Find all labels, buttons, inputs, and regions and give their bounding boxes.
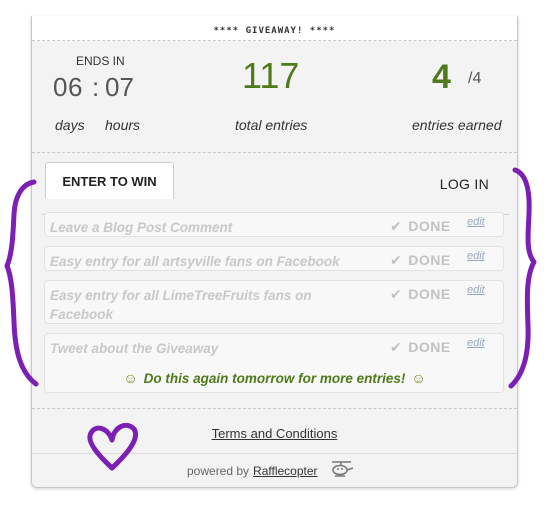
powered-by: powered by Rafflecopter [187, 464, 318, 478]
smile-icon: ☺ [411, 370, 426, 386]
entry-status-text: DONE [408, 286, 451, 302]
hours-unit-label: hours [105, 117, 141, 133]
rafflecopter-link[interactable]: Rafflecopter [253, 464, 317, 478]
footer-line [32, 453, 517, 454]
stats-divider [32, 152, 517, 153]
entry-label: Leave a Blog Post Comment [50, 220, 233, 235]
giveaway-widget: **** GIVEAWAY! **** ENDS IN 06 : 07 days… [31, 16, 518, 488]
entry-status: ✔ DONE [390, 339, 451, 356]
entry-status: ✔ DONE [390, 218, 451, 235]
tab-log-in[interactable]: LOG IN [440, 176, 489, 192]
check-icon: ✔ [390, 252, 403, 268]
countdown-days: 06 [53, 72, 83, 102]
entries-earned-count: 4 [432, 58, 451, 96]
footer-divider [32, 408, 517, 409]
entries-earned-total: /4 [468, 70, 482, 87]
terms-and-conditions-link[interactable]: Terms and Conditions [32, 426, 517, 441]
tab-enter-to-win[interactable]: ENTER TO WIN [45, 162, 174, 199]
entry-edit-link[interactable]: edit [467, 250, 485, 262]
stats-panel: ENDS IN 06 : 07 days hours 117 total ent… [32, 42, 517, 153]
entry-label: Easy entry for all artsyville fans on Fa… [50, 254, 340, 269]
entry-label: Tweet about the Giveaway [50, 341, 219, 356]
entry-label: Easy entry for all LimeTreeFruits fans o… [50, 288, 312, 322]
entries-earned-label: entries earned [412, 117, 502, 133]
days-unit-label: days [55, 117, 85, 133]
check-icon: ✔ [390, 286, 403, 302]
helicopter-icon [332, 461, 354, 477]
check-icon: ✔ [390, 218, 403, 234]
come-back-tomorrow-notice: ☺ Do this again tomorrow for more entries… [32, 370, 517, 386]
entry-status: ✔ DONE [390, 286, 451, 303]
entry-status: ✔ DONE [390, 252, 451, 269]
check-icon: ✔ [390, 339, 403, 355]
come-back-text: Do this again tomorrow for more entries! [143, 371, 406, 386]
entry-edit-link[interactable]: edit [467, 337, 485, 349]
entry-status-text: DONE [408, 218, 451, 234]
entry-status-text: DONE [408, 252, 451, 268]
entry-edit-link[interactable]: edit [467, 284, 485, 296]
entry-option-blog-comment[interactable]: Leave a Blog Post Comment ✔ DONE edit [44, 212, 504, 237]
total-entries-count: 117 [242, 55, 300, 96]
entry-status-text: DONE [408, 339, 451, 355]
countdown-hours: 07 [105, 72, 134, 102]
total-entries-label: total entries [235, 117, 308, 133]
giveaway-title: **** GIVEAWAY! **** [213, 26, 336, 36]
smile-icon: ☺ [123, 370, 138, 386]
powered-by-text: powered by [187, 464, 250, 478]
entry-option-limetreefruits-facebook[interactable]: Easy entry for all LimeTreeFruits fans o… [44, 280, 504, 324]
entry-option-artsyville-facebook[interactable]: Easy entry for all artsyville fans on Fa… [44, 246, 504, 271]
entry-edit-link[interactable]: edit [467, 216, 485, 228]
ends-in-label: ENDS IN [76, 54, 125, 68]
countdown-separator: : [92, 72, 100, 102]
widget-header: **** GIVEAWAY! **** [32, 16, 517, 41]
